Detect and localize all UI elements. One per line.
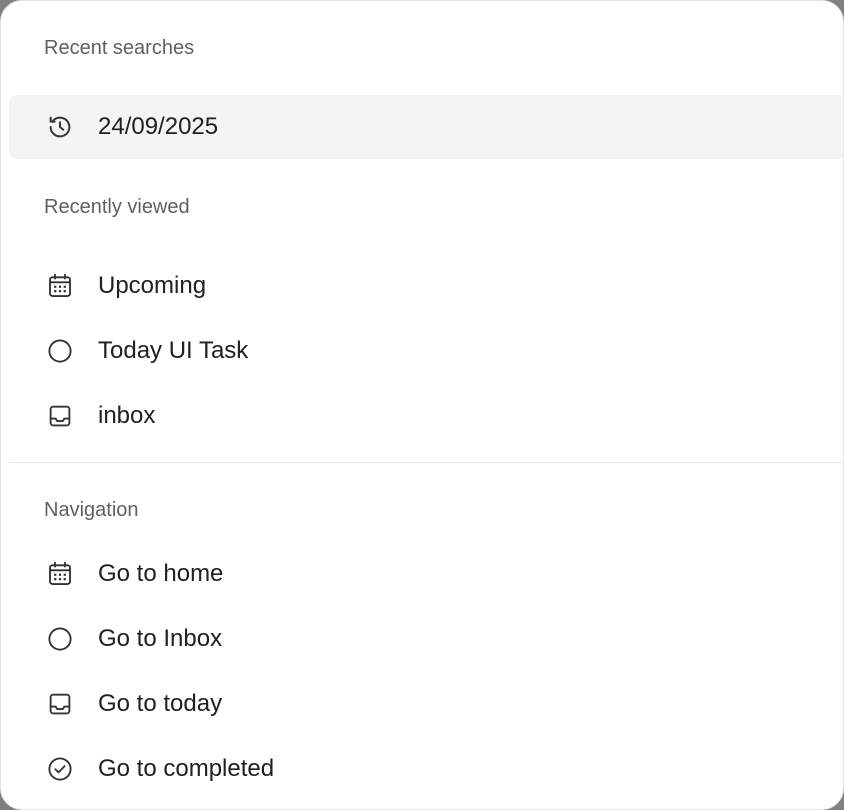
nav-item-go-to-home[interactable]: Go to home xyxy=(9,542,843,606)
inbox-icon xyxy=(45,401,75,431)
nav-item-label: Go to Inbox xyxy=(98,625,223,652)
nav-item-go-to-today[interactable]: Go to today xyxy=(9,672,843,736)
recently-viewed-label: inbox xyxy=(98,402,156,429)
check-circle-icon xyxy=(45,754,75,784)
recent-search-item[interactable]: 24/09/2025 xyxy=(9,95,843,159)
recent-searches-heading: Recent searches xyxy=(44,37,195,59)
recent-search-label: 24/09/2025 xyxy=(98,113,219,140)
recently-viewed-item-inbox[interactable]: inbox xyxy=(9,384,843,448)
nav-item-label: Go to today xyxy=(98,690,223,717)
recently-viewed-label: Upcoming xyxy=(98,272,207,299)
search-panel: Recent searches 24/09/2025 Recently view… xyxy=(0,0,844,810)
inbox-icon xyxy=(45,689,75,719)
calendar-icon xyxy=(45,271,75,301)
circle-icon xyxy=(45,624,75,654)
nav-item-go-to-completed[interactable]: Go to completed xyxy=(9,737,843,801)
recently-viewed-item-today-ui-task[interactable]: Today UI Task xyxy=(9,319,843,383)
calendar-icon xyxy=(45,559,75,589)
section-divider xyxy=(9,462,843,463)
history-icon xyxy=(45,112,75,142)
nav-item-label: Go to completed xyxy=(98,755,275,782)
recently-viewed-label: Today UI Task xyxy=(98,337,249,364)
nav-item-label: Go to home xyxy=(98,560,224,587)
circle-icon xyxy=(45,336,75,366)
recently-viewed-item-upcoming[interactable]: Upcoming xyxy=(9,254,843,318)
nav-item-go-to-inbox[interactable]: Go to Inbox xyxy=(9,607,843,671)
navigation-heading: Navigation xyxy=(44,499,139,521)
recently-viewed-heading: Recently viewed xyxy=(44,196,190,218)
